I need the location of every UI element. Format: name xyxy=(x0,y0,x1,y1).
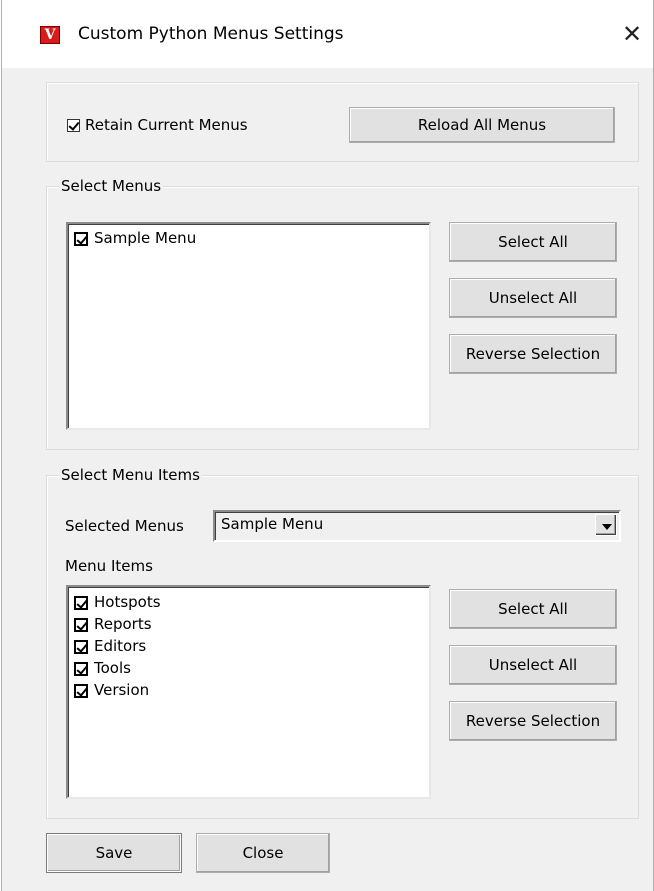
list-item-label: Reports xyxy=(94,615,152,633)
selected-menus-dropdown[interactable]: Sample Menu xyxy=(213,510,621,542)
unselect-all-items-button[interactable]: Unselect All xyxy=(449,645,617,685)
reverse-selection-menus-button[interactable]: Reverse Selection xyxy=(449,334,617,374)
selected-menus-label: Selected Menus xyxy=(65,517,184,535)
select-menus-group-label: Select Menus xyxy=(59,177,164,195)
reverse-selection-items-button[interactable]: Reverse Selection xyxy=(449,701,617,741)
list-item-checkbox[interactable] xyxy=(74,640,88,654)
reload-all-menus-button[interactable]: Reload All Menus xyxy=(349,107,615,143)
options-groupbox: Retain Current Menus Reload All Menus xyxy=(46,82,639,162)
app-logo-glyph: V xyxy=(44,27,56,43)
menu-items-label: Menu Items xyxy=(65,557,153,575)
list-item-checkbox[interactable] xyxy=(74,684,88,698)
menus-listbox[interactable]: Sample Menu xyxy=(66,222,431,430)
save-button[interactable]: Save xyxy=(46,833,182,873)
close-window-button[interactable]: ✕ xyxy=(610,14,654,54)
list-item[interactable]: Tools xyxy=(74,658,131,678)
list-item-label: Sample Menu xyxy=(94,229,197,247)
select-all-menus-button[interactable]: Select All xyxy=(449,222,617,262)
retain-checkbox-icon[interactable] xyxy=(67,119,80,132)
select-menu-items-groupbox: Select Menu Items Selected Menus Sample … xyxy=(46,466,639,819)
selected-menus-value: Sample Menu xyxy=(221,515,324,533)
unselect-all-menus-button[interactable]: Unselect All xyxy=(449,278,617,318)
retain-current-menus-checkbox[interactable]: Retain Current Menus xyxy=(67,115,248,135)
app-logo-icon: V xyxy=(40,26,60,44)
retain-current-menus-label: Retain Current Menus xyxy=(85,116,248,134)
window-title: Custom Python Menus Settings xyxy=(78,24,344,44)
list-item-checkbox[interactable] xyxy=(74,596,88,610)
list-item-checkbox[interactable] xyxy=(74,232,88,246)
list-item[interactable]: Editors xyxy=(74,636,146,656)
list-item[interactable]: Reports xyxy=(74,614,152,634)
list-item[interactable]: Hotspots xyxy=(74,592,161,612)
settings-dialog: V Custom Python Menus Settings ✕ Retain … xyxy=(1,0,654,891)
list-item[interactable]: Sample Menu xyxy=(74,228,196,248)
close-button[interactable]: Close xyxy=(196,833,330,873)
list-item[interactable]: Version xyxy=(74,680,149,700)
list-item-checkbox[interactable] xyxy=(74,618,88,632)
list-item-label: Hotspots xyxy=(94,593,161,611)
select-menus-groupbox: Select Menus Sample Menu Select All Unse… xyxy=(46,177,639,450)
menu-items-listbox[interactable]: Hotspots Reports Editors Tools Version xyxy=(66,585,431,799)
select-all-items-button[interactable]: Select All xyxy=(449,589,617,629)
close-icon: ✕ xyxy=(621,20,643,48)
title-bar[interactable]: V Custom Python Menus Settings ✕ xyxy=(2,0,653,68)
select-menu-items-group-label: Select Menu Items xyxy=(59,466,202,484)
list-item-checkbox[interactable] xyxy=(74,662,88,676)
list-item-label: Tools xyxy=(94,659,131,677)
list-item-label: Editors xyxy=(94,637,147,655)
list-item-label: Version xyxy=(94,681,150,699)
chevron-down-icon[interactable] xyxy=(595,514,617,536)
